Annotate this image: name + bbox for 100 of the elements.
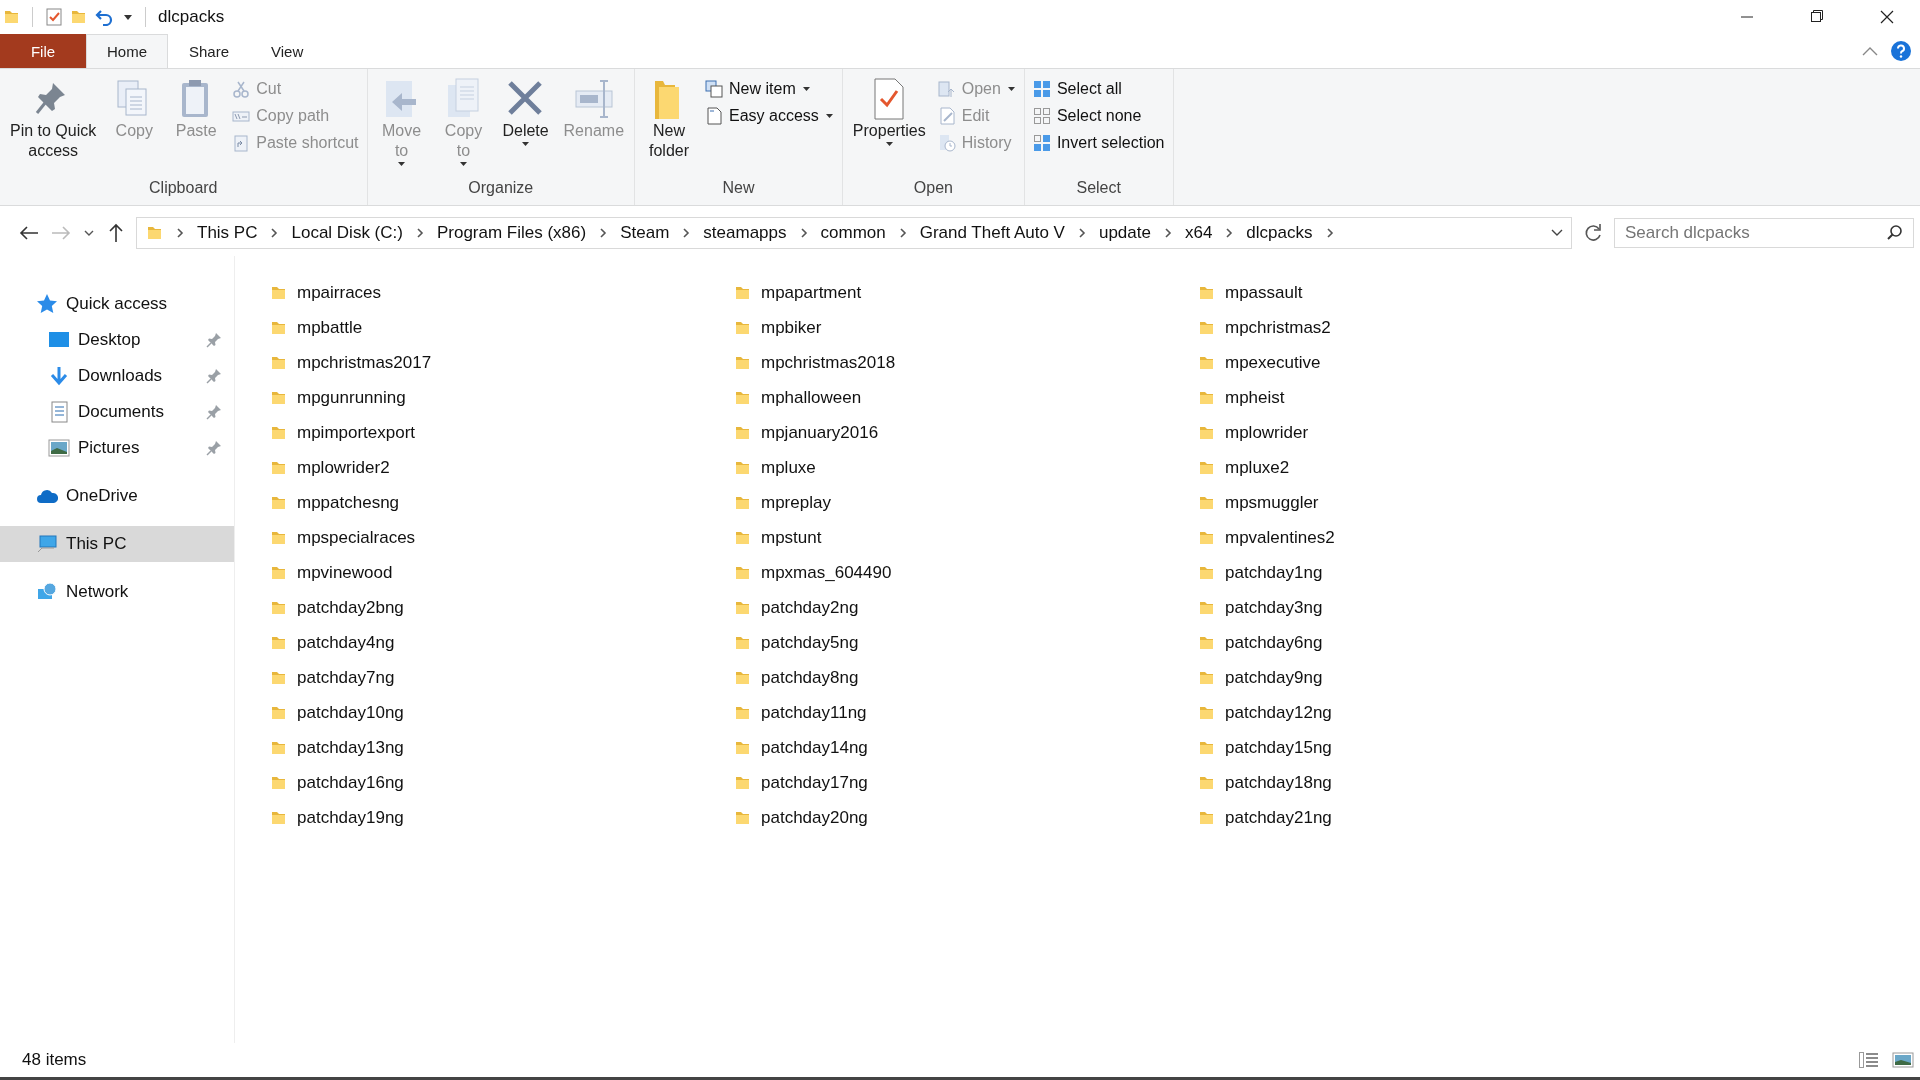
folder-item[interactable]: patchday2ng (735, 590, 1199, 625)
breadcrumb[interactable]: This PC (197, 223, 258, 243)
breadcrumb[interactable]: common (820, 223, 886, 243)
folder-item[interactable]: mpbiker (735, 310, 1199, 345)
chevron-icon[interactable] (269, 227, 280, 239)
details-view-icon[interactable] (1858, 1050, 1880, 1070)
folder-item[interactable]: mpairraces (271, 275, 735, 310)
folder-item[interactable]: mpapartment (735, 275, 1199, 310)
dropdown-icon[interactable] (123, 13, 133, 21)
folder-item[interactable]: patchday19ng (271, 800, 735, 835)
folder-item[interactable]: mppatchesng (271, 485, 735, 520)
chevron-icon[interactable] (1324, 227, 1335, 239)
folder-item[interactable]: mpgunrunning (271, 380, 735, 415)
chevron-icon[interactable] (897, 227, 908, 239)
file-tab[interactable]: File (0, 34, 86, 68)
folder-item[interactable]: patchday6ng (1199, 625, 1663, 660)
ribbon-button[interactable]: New item (703, 79, 836, 99)
breadcrumb[interactable]: Grand Theft Auto V (919, 223, 1065, 243)
nav-item[interactable]: Desktop (0, 322, 234, 358)
folder-item[interactable]: mpheist (1199, 380, 1663, 415)
ribbon-button[interactable]: New folder (641, 75, 698, 179)
chevron-icon[interactable] (598, 227, 609, 239)
download-icon (48, 365, 70, 387)
folder-item[interactable]: mpspecialraces (271, 520, 735, 555)
nav-item[interactable]: This PC (0, 526, 234, 562)
chevron-icon[interactable] (1076, 227, 1087, 239)
folder-item[interactable]: patchday10ng (271, 695, 735, 730)
folder-item[interactable]: mpluxe2 (1199, 450, 1663, 485)
folder-item[interactable]: mpvalentines2 (1199, 520, 1663, 555)
folder-item[interactable]: patchday15ng (1199, 730, 1663, 765)
ribbon-tab[interactable]: View (250, 34, 325, 68)
folder-item[interactable]: patchday7ng (271, 660, 735, 695)
folder-item[interactable]: mpstunt (735, 520, 1199, 555)
large-icons-view-icon[interactable] (1892, 1050, 1914, 1070)
breadcrumb[interactable]: Program Files (x86) (436, 223, 587, 243)
folder-item[interactable]: mpimportexport (271, 415, 735, 450)
chevron-icon[interactable] (681, 227, 692, 239)
ribbon-button[interactable]: Easy access (703, 106, 836, 126)
folder-item[interactable]: patchday13ng (271, 730, 735, 765)
ribbon-tab[interactable]: Share (168, 34, 251, 68)
folder-item[interactable]: patchday2bng (271, 590, 735, 625)
folder-item[interactable]: mpexecutive (1199, 345, 1663, 380)
folder-item[interactable]: mplowrider2 (271, 450, 735, 485)
folder-item[interactable]: mpchristmas2 (1199, 310, 1663, 345)
folder-item[interactable]: patchday20ng (735, 800, 1199, 835)
breadcrumb[interactable]: x64 (1184, 223, 1213, 243)
nav-item[interactable]: Quick access (0, 286, 234, 322)
chevron-icon[interactable] (414, 227, 425, 239)
address-bar[interactable]: This PC Local Disk (C:) Program Files (x86) Steam steamapps common Grand Theft Auto V update x64 dlcpacks (136, 217, 1572, 249)
breadcrumb[interactable]: dlcpacks (1246, 223, 1313, 243)
search-field[interactable]: Search dlcpacks (1614, 218, 1914, 248)
folder-item[interactable]: mplowrider (1199, 415, 1663, 450)
folder-item[interactable]: patchday4ng (271, 625, 735, 660)
chevron-icon[interactable] (798, 227, 809, 239)
folder-item[interactable]: mpxmas_604490 (735, 555, 1199, 590)
breadcrumb[interactable]: update (1098, 223, 1151, 243)
ribbon-button[interactable]: Delete (497, 75, 554, 179)
folder-item[interactable]: mpluxe (735, 450, 1199, 485)
ribbon-button[interactable]: Select all (1030, 79, 1167, 99)
breadcrumb[interactable]: Local Disk (C:) (291, 223, 403, 243)
folder-item[interactable]: patchday18ng (1199, 765, 1663, 800)
folder-item[interactable]: mpjanuary2016 (735, 415, 1199, 450)
help-icon[interactable] (1890, 40, 1912, 62)
folder-item[interactable]: patchday3ng (1199, 590, 1663, 625)
search-icon[interactable] (1886, 224, 1904, 242)
ribbon-tab[interactable]: Home (86, 34, 168, 68)
folder-item[interactable]: mphalloween (735, 380, 1199, 415)
chevron-icon[interactable] (175, 227, 185, 239)
breadcrumb[interactable]: steamapps (703, 223, 787, 243)
folder-item[interactable]: mpchristmas2018 (735, 345, 1199, 380)
chevron-icon[interactable] (1224, 227, 1235, 239)
breadcrumb[interactable]: Steam (620, 223, 670, 243)
folder-item[interactable]: mpsmuggler (1199, 485, 1663, 520)
folder-item[interactable]: mpchristmas2017 (271, 345, 735, 380)
chevron-icon[interactable] (1162, 227, 1173, 239)
folder-item[interactable]: patchday17ng (735, 765, 1199, 800)
folder-item[interactable]: patchday12ng (1199, 695, 1663, 730)
properties-icon[interactable] (45, 8, 63, 26)
nav-item[interactable]: Network (0, 574, 234, 610)
folder-item[interactable]: patchday14ng (735, 730, 1199, 765)
folder-item[interactable]: patchday1ng (1199, 555, 1663, 590)
nav-item[interactable]: Downloads (0, 358, 234, 394)
ribbon-button[interactable]: Properties (848, 75, 930, 179)
undo-icon[interactable] (95, 8, 115, 26)
folder-item[interactable]: mpreplay (735, 485, 1199, 520)
ribbon-button[interactable]: Select none (1030, 106, 1167, 126)
folder-item[interactable]: patchday16ng (271, 765, 735, 800)
folder-item[interactable]: patchday5ng (735, 625, 1199, 660)
folder-item[interactable]: mpassault (1199, 275, 1663, 310)
folder-item[interactable]: patchday9ng (1199, 660, 1663, 695)
nav-item[interactable]: Pictures (0, 430, 234, 466)
ribbon-button[interactable]: Invert selection (1030, 133, 1167, 153)
folder-item[interactable]: patchday21ng (1199, 800, 1663, 835)
folder-item[interactable]: patchday11ng (735, 695, 1199, 730)
folder-item[interactable]: patchday8ng (735, 660, 1199, 695)
folder-item[interactable]: mpvinewood (271, 555, 735, 590)
ribbon-button[interactable]: Pin to Quick access (6, 75, 101, 179)
nav-item[interactable]: OneDrive (0, 478, 234, 514)
nav-item[interactable]: Documents (0, 394, 234, 430)
folder-item[interactable]: mpbattle (271, 310, 735, 345)
